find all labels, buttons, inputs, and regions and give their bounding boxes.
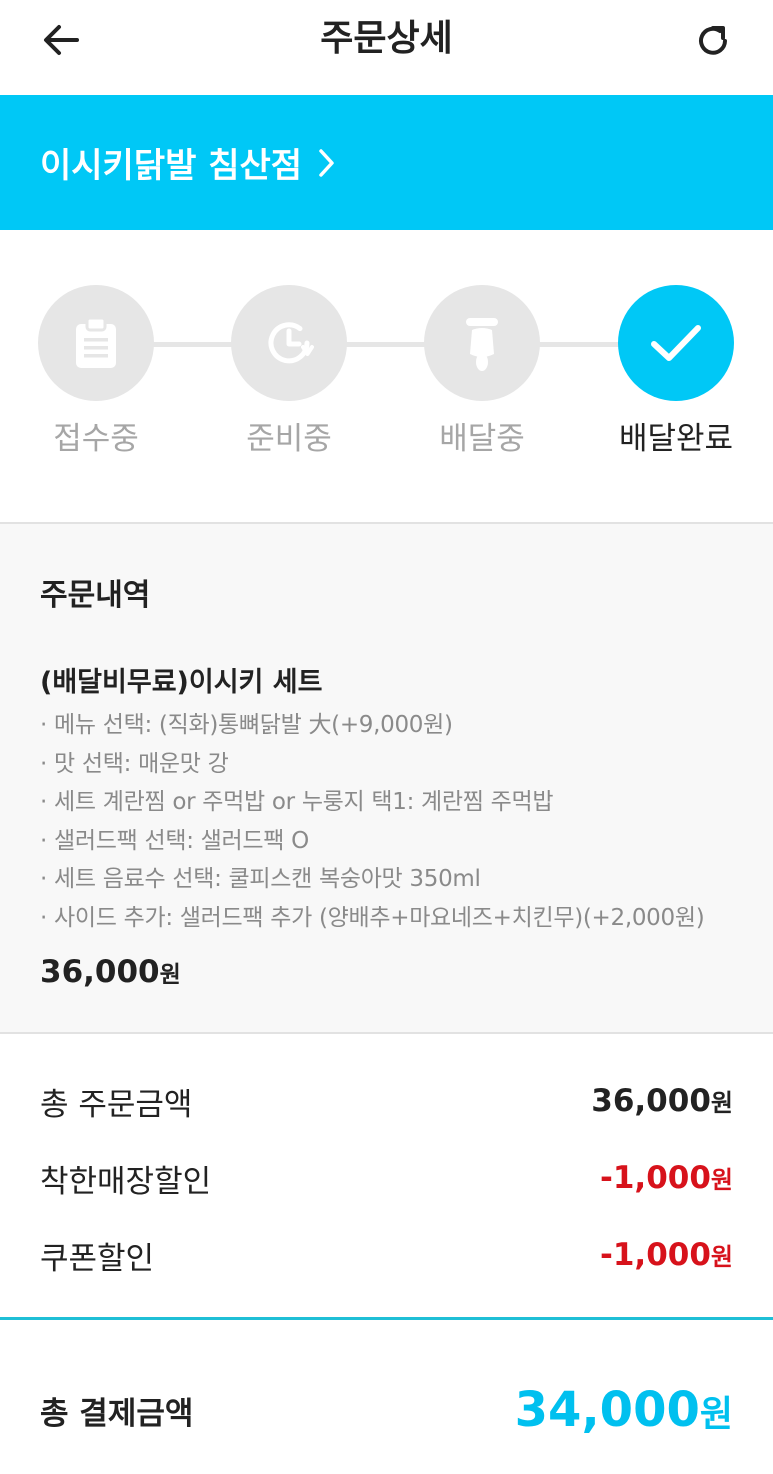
step-circle	[38, 285, 154, 401]
store-discount-value: -1,000	[599, 1160, 711, 1196]
coupon-discount-amount: -1,000원	[600, 1237, 733, 1273]
step-circle-active	[618, 285, 734, 401]
total-divider	[0, 1317, 773, 1320]
chevron-right-icon	[318, 148, 336, 178]
currency-unit: 원	[710, 1166, 733, 1194]
clipboard-icon	[76, 316, 116, 368]
total-order-label: 총 주문금액	[40, 1086, 193, 1123]
total-order-value: 36,000	[591, 1083, 711, 1119]
menu-item-price-value: 36,000	[40, 954, 160, 990]
refresh-icon	[699, 26, 727, 55]
clock-icon	[268, 322, 314, 364]
menu-option: · 세트 음료수 선택: 쿨피스캔 복숭아맛 350ml	[40, 866, 481, 892]
menu-option: · 맛 선택: 매운맛 강	[40, 750, 229, 777]
coupon-discount-value: -1,000	[599, 1237, 711, 1273]
step-received: 접수중	[6, 285, 186, 459]
order-details: 주문내역 (배달비무료)이시키 세트 · 메뉴 선택: (직화)통뼈닭발 大(+…	[0, 524, 773, 1032]
total-payment-amount: 34,000원	[515, 1382, 733, 1438]
step-label: 배달중	[439, 421, 525, 457]
payment-summary: 총 주문금액 36,000원 착한매장할인 -1,000원 쿠폰할인 -1,00…	[0, 1034, 773, 1318]
menu-option: · 샐러드팩 선택: 샐러드팩 O	[40, 827, 309, 854]
step-label: 접수중	[53, 421, 139, 457]
step-circle	[231, 285, 347, 401]
menu-option: · 세트 계란찜 or 주먹밥 or 누룽지 택1: 계란찜 주먹밥	[40, 789, 554, 815]
step-delivering: 배달중	[392, 285, 572, 459]
store-discount-label: 착한매장할인	[40, 1163, 212, 1200]
step-circle	[424, 285, 540, 401]
store-name: 이시키닭발 침산점	[40, 146, 303, 186]
store-discount-row: 착한매장할인 -1,000원	[40, 1153, 733, 1203]
currency-unit: 원	[699, 1394, 733, 1435]
menu-options-list: · 메뉴 선택: (직화)통뼈닭발 大(+9,000원) · 맛 선택: 매운맛…	[40, 706, 705, 937]
total-payment-value: 34,000	[514, 1382, 700, 1438]
order-section-title: 주문내역	[40, 578, 151, 613]
currency-unit: 원	[710, 1089, 733, 1117]
step-label: 준비중	[246, 421, 332, 457]
total-order-row: 총 주문금액 36,000원	[40, 1076, 733, 1126]
coupon-discount-row: 쿠폰할인 -1,000원	[40, 1230, 733, 1280]
store-banner[interactable]: 이시키닭발 침산점	[0, 95, 773, 230]
currency-unit: 원	[159, 962, 181, 988]
menu-option: · 메뉴 선택: (직화)통뼈닭발 大(+9,000원)	[40, 712, 453, 738]
total-payment-label: 총 결제금액	[40, 1395, 194, 1432]
order-progress: 접수중 준비중 배달중 배달완료	[0, 230, 773, 522]
menu-item-price: 36,000원	[40, 954, 181, 990]
step-delivered: 배달완료	[586, 285, 766, 459]
menu-item-name: (배달비무료)이시키 세트	[40, 667, 323, 698]
coupon-discount-label: 쿠폰할인	[40, 1240, 155, 1277]
menu-option: · 사이드 추가: 샐러드팩 추가 (양배추+마요네즈+치킨무)(+2,000원…	[40, 904, 705, 931]
store-discount-amount: -1,000원	[600, 1160, 733, 1196]
step-label: 배달완료	[618, 421, 734, 457]
total-payment-row: 총 결제금액 34,000원	[40, 1370, 733, 1450]
step-preparing: 준비중	[199, 285, 379, 459]
app-header: 주문상세	[0, 0, 773, 95]
refresh-button[interactable]	[688, 18, 738, 64]
currency-unit: 원	[710, 1243, 733, 1271]
check-icon	[651, 325, 701, 361]
page-title: 주문상세	[320, 18, 453, 59]
scooter-icon	[466, 318, 498, 371]
total-order-amount: 36,000원	[591, 1083, 733, 1119]
